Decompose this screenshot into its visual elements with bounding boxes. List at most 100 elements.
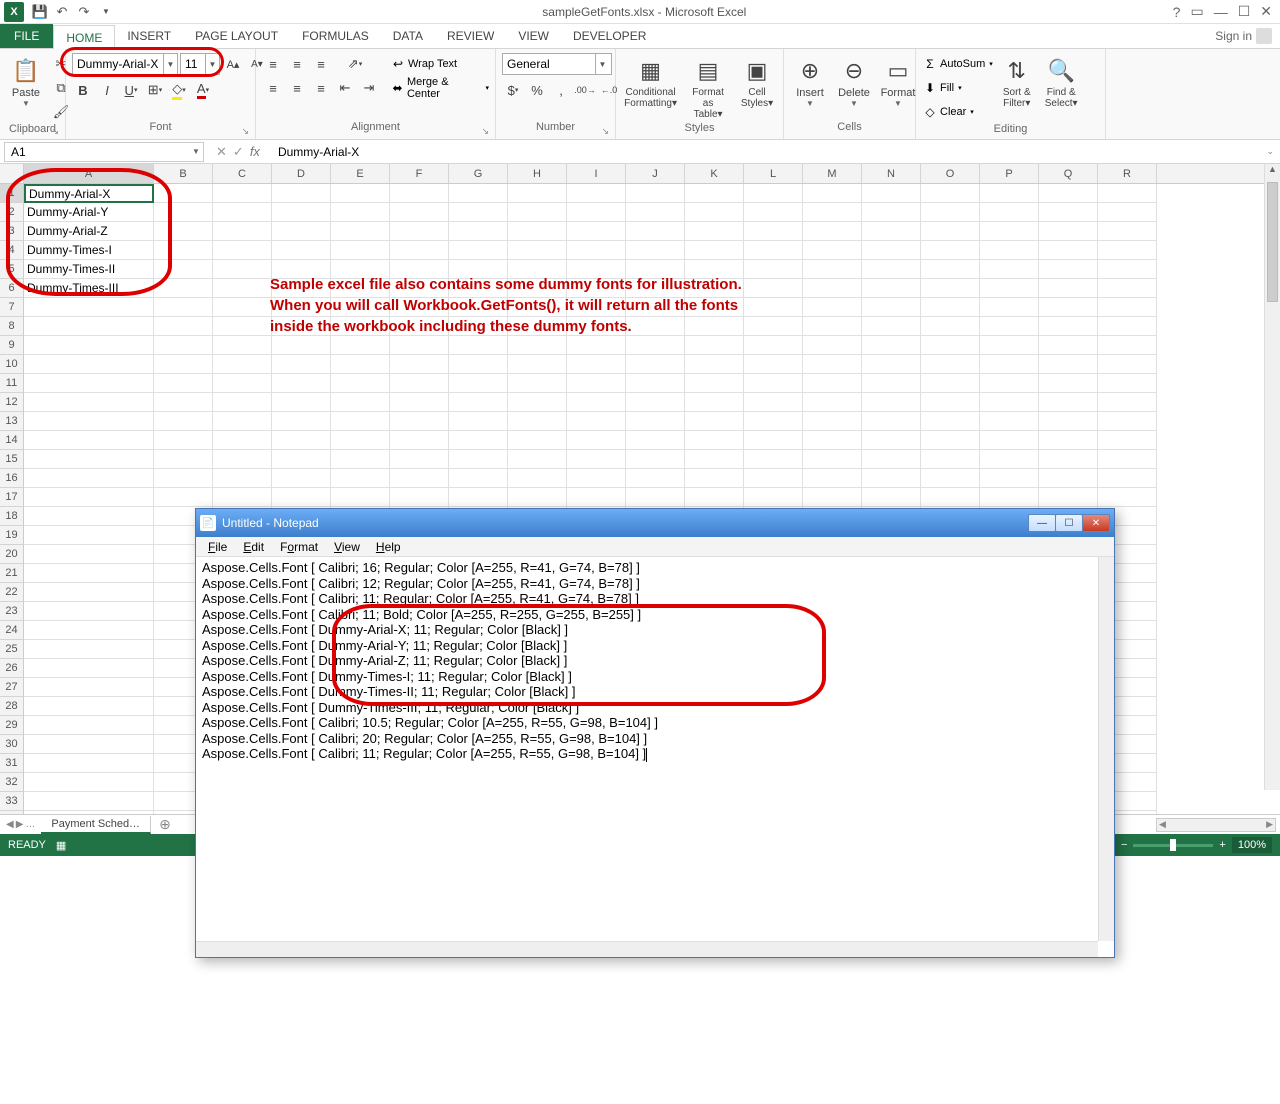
cell[interactable] [272,412,331,431]
cell[interactable] [390,412,449,431]
cell[interactable] [508,203,567,222]
cell[interactable] [154,374,213,393]
cell[interactable] [1098,260,1157,279]
cell[interactable] [685,412,744,431]
notepad-menu-view[interactable]: View [326,540,368,554]
cell[interactable] [744,469,803,488]
cell[interactable] [24,298,154,317]
cell[interactable] [685,450,744,469]
cell[interactable] [744,393,803,412]
cell[interactable] [803,355,862,374]
cell[interactable] [213,317,272,336]
cell[interactable] [685,355,744,374]
cell[interactable]: Dummy-Arial-X [24,184,154,203]
cell[interactable] [449,222,508,241]
cell[interactable] [154,488,213,507]
tab-insert[interactable]: INSERT [115,24,183,48]
cell[interactable] [567,412,626,431]
cell[interactable] [1098,488,1157,507]
merge-center-button[interactable]: ⬌ Merge & Center ▾ [390,77,489,99]
cell[interactable] [331,412,390,431]
cell[interactable] [567,336,626,355]
qat-dropdown-icon[interactable]: ▼ [96,2,116,22]
cell[interactable] [390,241,449,260]
cell[interactable] [803,203,862,222]
help-icon[interactable]: ? [1173,4,1181,20]
cell[interactable] [154,336,213,355]
cell[interactable] [508,488,567,507]
cell[interactable] [331,450,390,469]
column-header[interactable]: I [567,164,626,183]
cell[interactable] [862,279,921,298]
cell[interactable] [213,336,272,355]
cell[interactable] [272,374,331,393]
name-box-input[interactable] [5,145,189,159]
cell[interactable] [449,355,508,374]
cell[interactable] [1098,317,1157,336]
cell[interactable] [921,298,980,317]
fill-button[interactable]: ⬇Fill▾ [922,77,993,99]
cell[interactable] [980,184,1039,203]
cell[interactable] [567,393,626,412]
cell[interactable] [744,222,803,241]
cell[interactable] [508,412,567,431]
cell[interactable] [980,336,1039,355]
cell[interactable] [272,336,331,355]
increase-indent-icon[interactable]: ⇥ [358,77,380,99]
cell[interactable] [862,222,921,241]
column-header[interactable]: B [154,164,213,183]
format-as-table-button[interactable]: ▤ Format asTable▾ [683,53,733,122]
cell[interactable] [1039,317,1098,336]
cell[interactable] [626,374,685,393]
cell[interactable] [980,298,1039,317]
cell[interactable] [390,222,449,241]
cell[interactable]: Dummy-Times-I [24,241,154,260]
cell[interactable] [626,336,685,355]
font-size-input[interactable] [181,57,205,71]
cell[interactable] [862,450,921,469]
cell[interactable] [449,393,508,412]
row-header[interactable]: 2 [0,203,24,222]
cell[interactable] [980,488,1039,507]
new-sheet-button[interactable]: ⊕ [151,816,179,833]
cell[interactable] [980,431,1039,450]
cell[interactable] [626,203,685,222]
cell[interactable]: Dummy-Times-II [24,260,154,279]
cell[interactable] [1039,355,1098,374]
notepad-close-icon[interactable]: ✕ [1082,514,1110,532]
cell[interactable] [567,222,626,241]
cell[interactable] [1098,355,1157,374]
cell[interactable] [272,222,331,241]
cell[interactable] [921,488,980,507]
cancel-formula-icon[interactable]: ✕ [216,144,227,160]
cell[interactable] [921,279,980,298]
notepad-maximize-icon[interactable]: ☐ [1055,514,1083,532]
cell[interactable] [154,298,213,317]
zoom-out-icon[interactable]: − [1121,839,1127,851]
tab-page-layout[interactable]: PAGE LAYOUT [183,24,290,48]
row-header[interactable]: 11 [0,374,24,393]
row-header[interactable]: 3 [0,222,24,241]
cell[interactable] [154,222,213,241]
column-header[interactable]: P [980,164,1039,183]
cell[interactable] [567,488,626,507]
fill-color-icon[interactable]: ◇▾ [168,79,190,101]
cell[interactable] [449,450,508,469]
cell[interactable] [1098,184,1157,203]
cell[interactable] [626,488,685,507]
autosum-button[interactable]: ΣAutoSum▾ [922,53,993,75]
cell[interactable] [24,678,154,697]
cell[interactable] [1098,374,1157,393]
cell[interactable] [803,184,862,203]
cell[interactable] [24,431,154,450]
cell[interactable] [1039,469,1098,488]
macro-record-icon[interactable]: ▦ [56,839,66,852]
cell[interactable] [154,260,213,279]
cell[interactable] [685,393,744,412]
cell[interactable] [331,393,390,412]
cell[interactable] [154,450,213,469]
cell[interactable] [921,203,980,222]
cell[interactable] [24,450,154,469]
cell[interactable] [626,469,685,488]
row-header[interactable]: 28 [0,697,24,716]
